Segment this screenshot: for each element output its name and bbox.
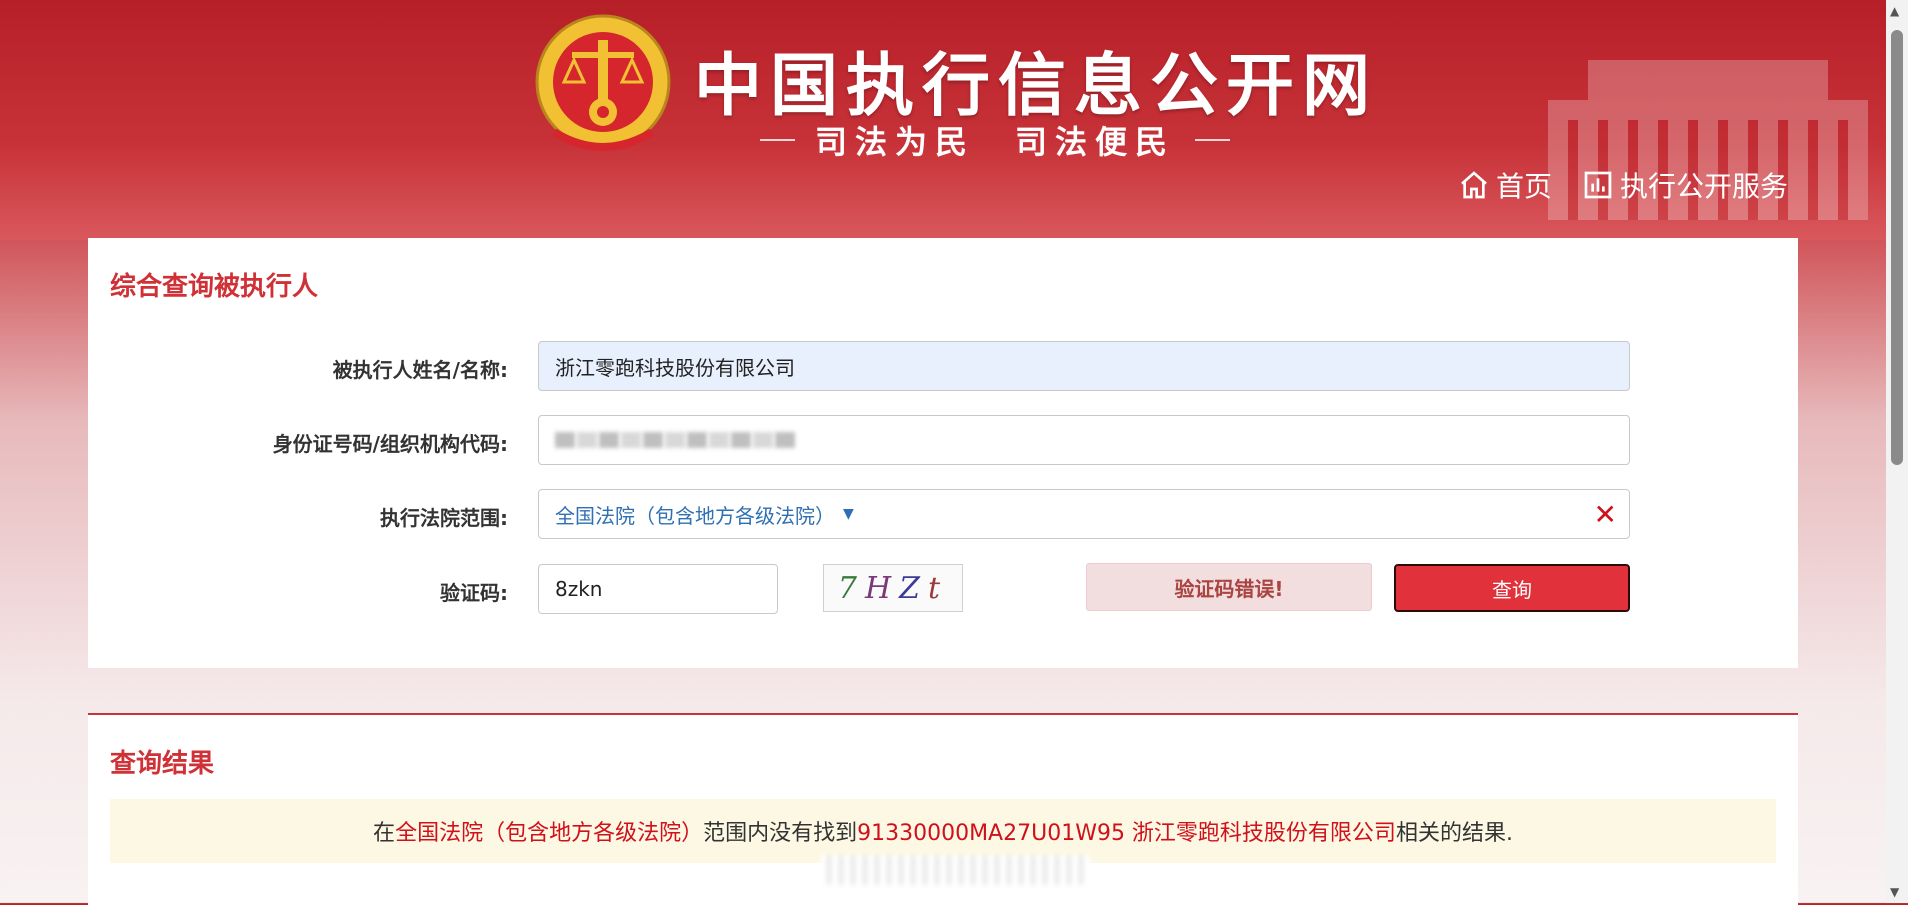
- name-input[interactable]: 浙江零跑科技股份有限公司: [538, 341, 1630, 391]
- slogan-divider: [1195, 139, 1231, 141]
- home-icon: [1461, 171, 1487, 199]
- clear-selection-icon[interactable]: ✕: [1594, 498, 1617, 531]
- query-panel: 综合查询被执行人 被执行人姓名/名称: 浙江零跑科技股份有限公司 身份证号码/组…: [88, 238, 1798, 668]
- result-court: 全国法院（包含地方各级法院）: [395, 821, 704, 846]
- name-label: 被执行人姓名/名称:: [332, 358, 508, 382]
- redaction-overlay: [820, 855, 1090, 885]
- query-panel-title: 综合查询被执行人: [110, 272, 319, 302]
- scroll-down-icon[interactable]: ▼: [1890, 885, 1899, 899]
- result-message: 在 全国法院（包含地方各级法院） 范围内没有找到 91330000MA27U01…: [110, 799, 1776, 863]
- court-label: 执行法院范围:: [380, 506, 508, 530]
- slogan-row: 司法为民 司法便民: [760, 120, 1231, 161]
- nav-home-label: 首页: [1495, 170, 1552, 203]
- court-emblem-icon: [535, 14, 671, 151]
- top-nav: 首页 执行公开服务: [1458, 165, 1788, 205]
- captcha-error-message: 验证码错误!: [1086, 563, 1372, 611]
- bar-chart-icon: [1584, 171, 1612, 199]
- result-middle: 范围内没有找到: [703, 821, 858, 846]
- nav-home[interactable]: 首页: [1458, 165, 1552, 205]
- nav-execution-service-label: 执行公开服务: [1619, 170, 1788, 203]
- name-input-value: 浙江零跑科技股份有限公司: [555, 355, 795, 380]
- id-input[interactable]: [538, 415, 1630, 465]
- captcha-input[interactable]: 8zkn: [538, 564, 778, 614]
- id-label: 身份证号码/组织机构代码:: [272, 432, 508, 456]
- page-scrollbar[interactable]: ▲ ▼: [1886, 0, 1908, 903]
- captcha-input-value: 8zkn: [555, 577, 603, 601]
- site-title: 中国执行信息公开网: [694, 47, 1379, 126]
- scrollbar-thumb[interactable]: [1891, 30, 1903, 465]
- scroll-up-icon[interactable]: ▲: [1890, 4, 1899, 18]
- caret-down-icon: ▼: [843, 506, 854, 522]
- result-suffix: 相关的结果.: [1395, 821, 1513, 846]
- id-redacted-value: [555, 432, 795, 448]
- court-select[interactable]: 全国法院（包含地方各级法院） ▼ ✕: [538, 489, 1630, 539]
- site-slogan: 司法为民 司法便民: [815, 123, 1176, 161]
- court-select-value: 全国法院（包含地方各级法院）: [555, 503, 835, 528]
- result-panel-title: 查询结果: [110, 749, 215, 779]
- search-button[interactable]: 查询: [1394, 564, 1630, 612]
- captcha-image[interactable]: 7 H Z t: [823, 564, 963, 612]
- nav-execution-service[interactable]: 执行公开服务: [1582, 165, 1788, 205]
- captcha-label: 验证码:: [440, 581, 508, 605]
- slogan-divider: [760, 139, 795, 141]
- result-prefix: 在: [373, 821, 396, 846]
- result-code-name: 91330000MA27U01W95 浙江零跑科技股份有限公司: [857, 821, 1396, 846]
- site-header: 中国执行信息公开网 司法为民 司法便民 首页 执行公开服务: [0, 0, 1908, 240]
